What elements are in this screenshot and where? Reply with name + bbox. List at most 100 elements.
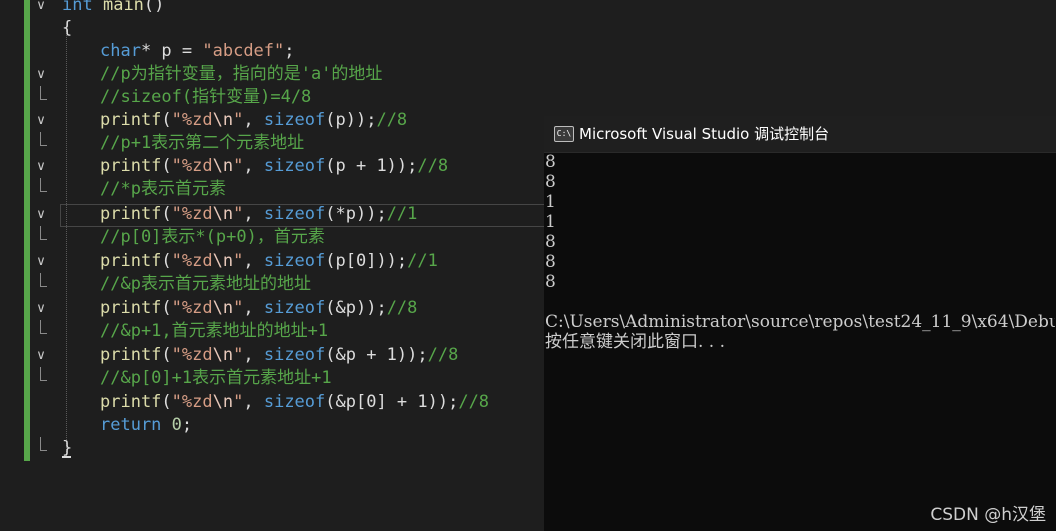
code-text: (&p[0] + 1));	[325, 392, 459, 412]
escape-sequence: \n	[212, 204, 234, 224]
collapse-chevron-icon[interactable]: ∨	[33, 250, 49, 273]
keyword: char	[100, 41, 141, 61]
comma: ,	[243, 298, 264, 318]
paren: (	[161, 345, 172, 365]
collapse-chevron-icon[interactable]: ∨	[33, 0, 49, 17]
escape-sequence: \n	[212, 298, 234, 318]
console-app-icon: C:\	[554, 126, 574, 142]
string-literal: "	[233, 204, 244, 224]
semicolon: ;	[181, 415, 193, 435]
comment: //p为指针变量，指向的是'a'的地址	[100, 64, 383, 84]
string-literal: "	[233, 345, 244, 365]
keyword: sizeof	[263, 156, 326, 176]
code-line[interactable]: ∨ //p为指针变量，指向的是'a'的地址	[0, 63, 1056, 86]
comma: ,	[243, 110, 264, 130]
comma: ,	[243, 204, 264, 224]
code-line[interactable]: {	[0, 17, 1056, 40]
function-name: printf	[100, 251, 162, 271]
paren: (	[161, 298, 172, 318]
fold-end-marker	[40, 132, 47, 146]
console-output[interactable]: 8 8 1 1 8 8 8 C:\Users\Administrator\sou…	[545, 152, 1055, 531]
comment: //8	[417, 156, 449, 176]
string-literal: "%zd	[171, 251, 213, 271]
keyword: int	[62, 0, 93, 15]
string-literal: "	[233, 251, 244, 271]
function-name: main	[102, 0, 144, 15]
string-literal: "	[233, 110, 244, 130]
code-line[interactable]: char* p = "abcdef";	[0, 40, 1056, 63]
string-literal: "%zd	[171, 156, 213, 176]
comment: //p[0]表示*(p+0)，首元素	[100, 227, 325, 247]
collapse-chevron-icon[interactable]: ∨	[33, 344, 49, 367]
code-text: (*p));	[325, 204, 387, 224]
code-line[interactable]: //sizeof(指针变量)=4/8	[0, 86, 1056, 109]
comma: ,	[243, 251, 264, 271]
fold-end-marker	[40, 226, 47, 240]
string-literal: "%zd	[171, 392, 213, 412]
function-name: printf	[100, 204, 162, 224]
collapse-chevron-icon[interactable]: ∨	[33, 297, 49, 320]
comma: ,	[243, 392, 264, 412]
semicolon: ;	[284, 41, 295, 61]
paren: (	[161, 110, 172, 130]
keyword: sizeof	[263, 110, 326, 130]
function-name: printf	[100, 156, 162, 176]
console-line: 8	[545, 152, 556, 172]
string-literal: "%zd	[171, 298, 213, 318]
text-caret	[62, 456, 71, 458]
comma: ,	[243, 156, 264, 176]
comma: ,	[243, 345, 264, 365]
console-line: 1	[545, 212, 556, 232]
function-name: printf	[100, 392, 162, 412]
comment: //1	[386, 204, 418, 224]
string-literal: "	[233, 298, 244, 318]
close-brace: }	[62, 438, 73, 458]
comment: //&p[0]+1表示首元素地址+1	[100, 368, 332, 388]
console-line: 8	[545, 172, 556, 192]
fold-end-marker	[40, 273, 47, 287]
comment: //sizeof(指针变量)=4/8	[100, 87, 312, 107]
comment: //&p+1,首元素地址的地址+1	[100, 321, 329, 341]
string-literal: "abcdef"	[202, 41, 285, 61]
csdn-watermark: CSDN @h汉堡	[930, 505, 1046, 525]
code-text: (p[0]));	[325, 251, 408, 271]
escape-sequence: \n	[212, 156, 234, 176]
punctuation: ()	[143, 0, 165, 15]
keyword: return	[100, 415, 162, 435]
escape-sequence: \n	[212, 251, 234, 271]
fold-end-marker	[40, 86, 47, 100]
escape-sequence: \n	[212, 345, 234, 365]
function-name: printf	[100, 345, 162, 365]
collapse-chevron-icon[interactable]: ∨	[33, 155, 49, 178]
console-titlebar[interactable]: C:\ Microsoft Visual Studio 调试控制台	[544, 116, 1056, 153]
collapse-chevron-icon[interactable]: ∨	[33, 109, 49, 132]
function-name: printf	[100, 110, 162, 130]
string-literal: "	[233, 156, 244, 176]
fold-end-marker	[40, 437, 47, 451]
comment: //1	[407, 251, 438, 271]
console-line: 8	[545, 272, 556, 292]
number-literal: 0	[171, 415, 182, 435]
code-text: (&p + 1));	[325, 345, 428, 365]
function-name: printf	[100, 298, 162, 318]
collapse-chevron-icon[interactable]: ∨	[33, 63, 49, 86]
fold-end-marker	[40, 320, 47, 334]
console-line: 1	[545, 192, 556, 212]
paren: (	[161, 156, 172, 176]
console-line: 8	[545, 232, 556, 252]
string-literal: "%zd	[171, 204, 213, 224]
debug-console-window[interactable]: C:\ Microsoft Visual Studio 调试控制台 8 8 1 …	[544, 116, 1056, 531]
collapse-chevron-icon[interactable]: ∨	[33, 203, 49, 226]
comment: //*p表示首元素	[100, 179, 226, 199]
open-brace: {	[62, 18, 73, 38]
comment: //8	[427, 345, 459, 365]
comment: //8	[376, 110, 408, 130]
escape-sequence: \n	[212, 392, 234, 412]
console-title: Microsoft Visual Studio 调试控制台	[579, 125, 830, 143]
comment: //&p表示首元素地址的地址	[100, 274, 311, 294]
keyword: sizeof	[263, 204, 326, 224]
comment: //p+1表示第二个元素地址	[100, 133, 305, 153]
string-literal: "	[233, 392, 244, 412]
code-line[interactable]: ∨ int main()	[0, 0, 1056, 17]
